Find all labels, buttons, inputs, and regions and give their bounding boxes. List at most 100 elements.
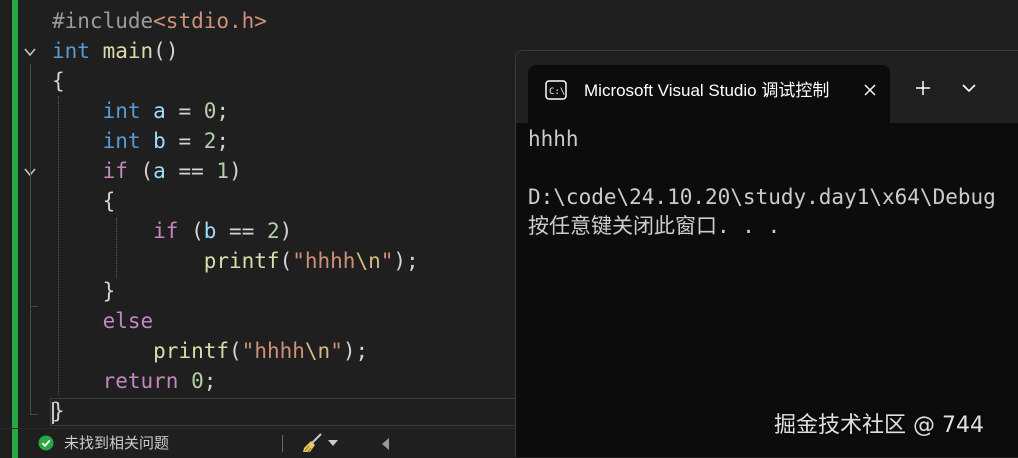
plus-icon[interactable] xyxy=(914,79,932,97)
watermark: 掘金技术社区 @ 744 xyxy=(774,413,984,438)
code-token: = xyxy=(165,129,204,153)
code-token: " xyxy=(330,339,343,363)
code-token: main xyxy=(102,39,154,63)
code-line[interactable]: if (b == 2) xyxy=(52,216,419,246)
console-output[interactable]: hhhh D:\code\24.10.20\study.day1\x64\Deb… xyxy=(528,125,996,241)
code-token: ( xyxy=(229,339,242,363)
console-icon: C:\ xyxy=(545,80,567,100)
svg-text:C:\: C:\ xyxy=(549,87,565,97)
code-token: () xyxy=(153,39,179,63)
code-token: ) xyxy=(229,159,242,183)
code-token: int xyxy=(52,39,90,63)
code-token: = xyxy=(165,99,204,123)
chevron-down-icon[interactable] xyxy=(962,83,976,93)
scroll-left-arrow-icon[interactable] xyxy=(382,438,389,450)
code-line[interactable]: #include<stdio.h> xyxy=(52,6,419,36)
code-token: 2 xyxy=(266,219,280,243)
code-line[interactable]: return 0; xyxy=(52,366,419,396)
code-token: ( xyxy=(127,159,154,183)
code-token: ) xyxy=(279,219,293,243)
code-token: 0 xyxy=(191,369,204,393)
code-line[interactable]: int b = 2; xyxy=(52,126,419,156)
code-token: 2 xyxy=(203,129,217,153)
code-token: #include xyxy=(52,9,154,33)
code-token: "hhhh xyxy=(292,249,356,273)
check-circle-icon[interactable] xyxy=(38,435,54,451)
code-token: == xyxy=(165,159,217,183)
code-line[interactable]: else xyxy=(52,306,419,336)
status-separator xyxy=(282,435,283,452)
code-token: \n xyxy=(304,339,331,363)
code-token: { xyxy=(52,189,116,213)
console-line: 按任意键关闭此窗口. . . xyxy=(528,214,781,238)
code-token: \n xyxy=(355,249,381,273)
code-token: a xyxy=(153,159,166,183)
issues-status-text[interactable]: 未找到相关问题 xyxy=(64,433,169,453)
code-token: ; xyxy=(216,99,230,123)
debug-console-window[interactable]: C:\ Microsoft Visual Studio 调试控制台 hhhh D… xyxy=(515,50,1018,457)
code-line[interactable]: { xyxy=(52,186,419,216)
source-code[interactable]: #include<stdio.h> int main(){ int a = 0; … xyxy=(52,6,419,426)
change-indicator-bar xyxy=(12,429,18,458)
code-token: if xyxy=(102,159,128,183)
code-token: else xyxy=(102,309,154,333)
code-line[interactable]: printf("hhhh\n"); xyxy=(52,246,419,276)
fold-chevron-icon[interactable] xyxy=(22,44,38,60)
code-line[interactable]: int main() xyxy=(52,36,419,66)
code-token: ); xyxy=(342,339,369,363)
chevron-down-icon[interactable] xyxy=(328,440,338,446)
code-line[interactable]: { xyxy=(52,66,419,96)
code-line[interactable]: } xyxy=(52,276,419,306)
terminal-tab[interactable]: C:\ Microsoft Visual Studio 调试控制台 xyxy=(528,65,890,123)
code-token: " xyxy=(380,249,394,273)
code-token: ; xyxy=(216,129,230,153)
scope-line-end xyxy=(30,306,38,307)
code-token: ( xyxy=(178,219,204,243)
scope-line-end xyxy=(30,414,38,415)
tab-title: Microsoft Visual Studio 调试控制台 xyxy=(584,81,830,100)
code-token: == xyxy=(216,219,267,243)
code-token: ; xyxy=(203,369,217,393)
code-token: 1 xyxy=(216,159,230,183)
code-token: b xyxy=(153,129,166,153)
code-token: "hhhh xyxy=(241,339,305,363)
code-token: ( xyxy=(279,249,293,273)
code-line[interactable]: int a = 0; xyxy=(52,96,419,126)
change-indicator-bar xyxy=(12,0,18,428)
code-line[interactable]: if (a == 1) xyxy=(52,156,419,186)
code-token: <stdio.h> xyxy=(153,9,267,33)
code-token: printf xyxy=(153,339,230,363)
code-token: int xyxy=(102,129,141,153)
code-token: int xyxy=(102,99,141,123)
console-line: D:\code\24.10.20\study.day1\x64\Debug xyxy=(528,185,996,209)
code-token: ); xyxy=(393,249,419,273)
code-token: if xyxy=(153,219,179,243)
code-token: 0 xyxy=(203,99,217,123)
code-token: } xyxy=(52,279,116,303)
code-token: } xyxy=(52,399,65,423)
code-line[interactable]: } xyxy=(52,396,419,426)
cleanup-brush-icon[interactable] xyxy=(301,433,323,453)
code-token: printf xyxy=(203,249,280,273)
code-token: a xyxy=(153,99,166,123)
code-line[interactable]: printf("hhhh\n"); xyxy=(52,336,419,366)
terminal-titlebar[interactable]: C:\ Microsoft Visual Studio 调试控制台 xyxy=(516,51,1018,123)
scope-line xyxy=(30,184,31,306)
close-icon[interactable] xyxy=(862,82,878,98)
code-token: { xyxy=(52,69,65,93)
console-line: hhhh xyxy=(528,127,579,151)
code-token: return xyxy=(102,369,179,393)
